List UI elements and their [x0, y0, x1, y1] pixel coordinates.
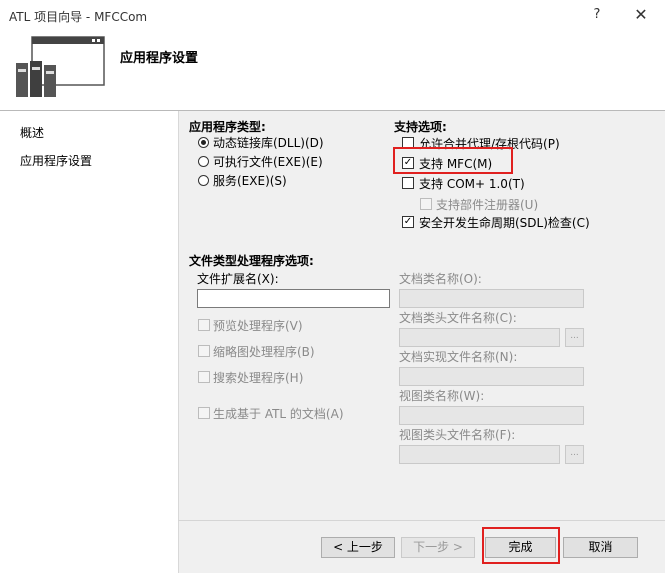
view-class-name-input[interactable] — [399, 406, 584, 425]
radio-dll-label: 动态链接库(DLL)(D) — [213, 136, 324, 150]
checkbox-search-handler[interactable] — [198, 371, 210, 383]
cancel-button[interactable]: 取消 — [563, 537, 638, 558]
checkbox-support-com-label: 支持 COM+ 1.0(T) — [419, 177, 525, 191]
doc-impl-name-input[interactable] — [399, 367, 584, 386]
finish-highlight-box — [482, 527, 560, 564]
checkbox-atl-document-label: 生成基于 ATL 的文档(A) — [213, 407, 344, 421]
next-button[interactable]: 下一步 > — [401, 537, 475, 558]
checkbox-search-handler-label: 搜索处理程序(H) — [213, 371, 304, 385]
radio-service[interactable] — [198, 175, 209, 186]
doc-class-name-label: 文档类名称(O): — [399, 272, 482, 286]
file-type-title: 文件类型处理程序选项: — [189, 254, 314, 268]
checkbox-sdl-check-label: 安全开发生命周期(SDL)检查(C) — [419, 216, 590, 230]
radio-dll[interactable] — [198, 137, 209, 148]
checkbox-component-registrar-label: 支持部件注册器(U) — [436, 198, 539, 212]
view-class-name-label: 视图类名称(W): — [399, 389, 485, 403]
file-extension-label: 文件扩展名(X): — [197, 272, 279, 286]
checkbox-sdl-check[interactable]: ✓ — [402, 216, 414, 228]
checkbox-atl-document[interactable] — [198, 407, 210, 419]
radio-exe[interactable] — [198, 156, 209, 167]
sidebar-item-app-settings[interactable]: 应用程序设置 — [20, 152, 92, 169]
doc-header-name-label: 文档类头文件名称(C): — [399, 311, 517, 325]
help-button[interactable]: ? — [585, 4, 609, 26]
mfc-highlight-box — [393, 147, 513, 174]
checkbox-component-registrar[interactable] — [420, 198, 432, 210]
wizard-banner-icon — [16, 36, 105, 97]
close-button[interactable]: ✕ — [629, 4, 653, 26]
checkbox-preview-handler[interactable] — [198, 319, 210, 331]
checkbox-support-com[interactable] — [402, 177, 414, 189]
radio-service-label: 服务(EXE)(S) — [213, 174, 287, 188]
prev-button[interactable]: < 上一步 — [321, 537, 395, 558]
doc-class-name-input[interactable] — [399, 289, 584, 308]
title-bar: ATL 项目向导 - MFCCom ? ✕ — [0, 0, 665, 30]
view-header-name-label: 视图类头文件名称(F): — [399, 428, 516, 442]
support-options-title: 支持选项: — [394, 120, 447, 134]
doc-header-name-input[interactable] — [399, 328, 560, 347]
sidebar-item-overview[interactable]: 概述 — [20, 124, 44, 141]
checkbox-thumbnail-handler-label: 缩略图处理程序(B) — [213, 345, 315, 359]
doc-header-browse-button[interactable]: ... — [565, 328, 584, 347]
checkbox-thumbnail-handler[interactable] — [198, 345, 210, 357]
sidebar: 概述 应用程序设置 — [0, 111, 177, 573]
doc-impl-name-label: 文档实现文件名称(N): — [399, 350, 518, 364]
view-header-name-input[interactable] — [399, 445, 560, 464]
file-extension-input[interactable] — [197, 289, 390, 308]
page-title: 应用程序设置 — [120, 51, 199, 66]
footer-divider — [178, 520, 665, 521]
checkbox-preview-handler-label: 预览处理程序(V) — [213, 319, 303, 333]
radio-exe-label: 可执行文件(EXE)(E) — [213, 155, 323, 169]
view-header-browse-button[interactable]: ... — [565, 445, 584, 464]
window-title: ATL 项目向导 - MFCCom — [9, 10, 148, 24]
app-type-title: 应用程序类型: — [189, 120, 266, 134]
